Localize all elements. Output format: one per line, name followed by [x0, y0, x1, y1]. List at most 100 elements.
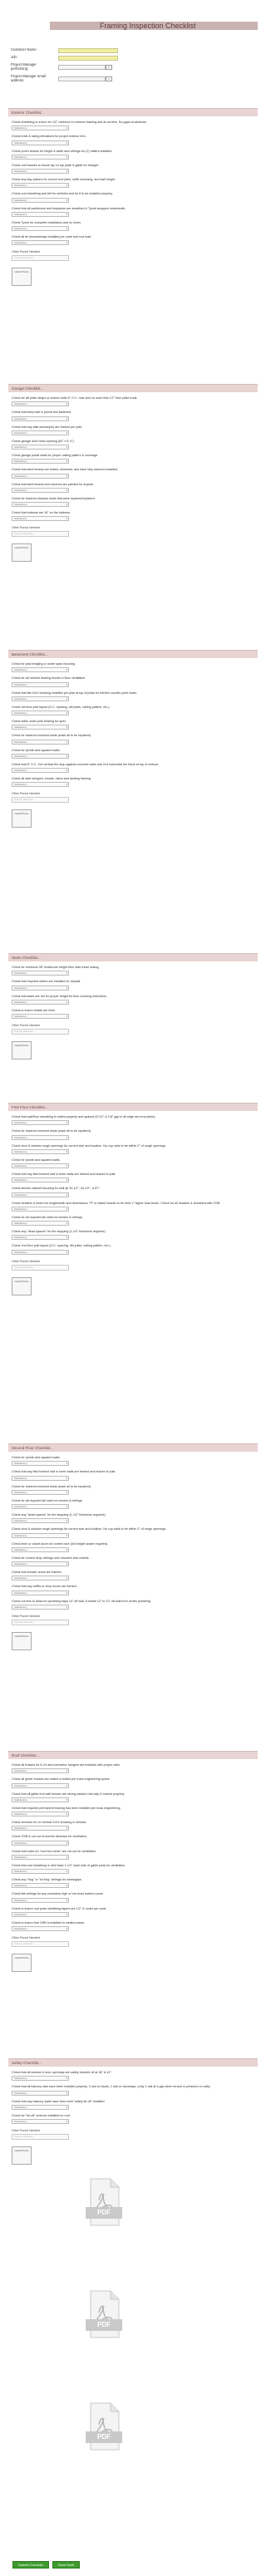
rating-select[interactable]: Satisfactory [12, 459, 69, 465]
pm-performing-select[interactable] [58, 65, 106, 70]
rating-select[interactable]: Satisfactory [12, 1532, 69, 1538]
rating-select[interactable]: Satisfactory [12, 1192, 69, 1197]
rating-select[interactable]: Satisfactory [12, 1840, 69, 1846]
upload-photos-button[interactable]: Upload Photos [12, 543, 32, 563]
rating-select[interactable]: Satisfactory [12, 169, 69, 174]
rating-select[interactable]: Satisfactory [12, 415, 69, 421]
rating-select[interactable]: Satisfactory [12, 739, 69, 745]
rating-select[interactable]: Satisfactory [12, 240, 69, 246]
rating-select[interactable]: Satisfactory [12, 1576, 69, 1581]
rating-select[interactable]: Satisfactory [12, 1475, 69, 1481]
rating-select[interactable]: Satisfactory [12, 473, 69, 479]
pdf-icon[interactable]: PDF [86, 2177, 122, 2227]
checklist-item: Check Tyvek for complete installation an… [12, 221, 258, 231]
rating-select[interactable]: Satisfactory [12, 211, 69, 217]
rating-select[interactable]: Satisfactory [12, 1249, 69, 1255]
upload-photos-button[interactable]: Upload Photos [12, 1954, 32, 1973]
save-draft-button[interactable]: Save Draft [52, 2561, 80, 2569]
rating-select[interactable]: Satisfactory [12, 2090, 69, 2096]
customer-input[interactable] [58, 48, 118, 53]
rating-select[interactable]: Satisfactory [12, 667, 69, 673]
rating-select[interactable]: Satisfactory [12, 2104, 69, 2110]
pm-email-select[interactable] [58, 76, 106, 81]
rating-select[interactable]: Satisfactory [12, 1546, 69, 1552]
rating-select[interactable]: Satisfactory [12, 401, 69, 407]
rating-select[interactable]: Satisfactory [12, 1797, 69, 1802]
rating-select[interactable]: Satisfactory [12, 681, 69, 687]
rating-select[interactable]: Satisfactory [12, 971, 69, 976]
job-input[interactable] [58, 56, 118, 61]
submit-button[interactable]: Submit Checklist [12, 2561, 49, 2569]
rating-select[interactable]: Satisfactory [12, 2076, 69, 2082]
rating-select[interactable]: Satisfactory [12, 1869, 69, 1874]
notes-input[interactable]: Type any notes here... [12, 1029, 69, 1035]
pdf-label: PDF [86, 2431, 122, 2443]
rating-select[interactable]: Satisfactory [12, 1518, 69, 1524]
upload-photos-button[interactable]: Upload Photos [12, 809, 32, 828]
notes-input[interactable]: Type any notes here... [12, 1941, 69, 1948]
pm-performing-dropdown-icon[interactable]: ▾ [106, 65, 112, 70]
checklist-question: Check for lowered-crowned studs (mark al… [12, 1484, 91, 1488]
rating-select[interactable]: Satisfactory [12, 516, 69, 522]
rating-select[interactable]: Satisfactory [12, 1897, 69, 1903]
upload-photos-button[interactable]: Upload Photos [12, 1631, 32, 1650]
rating-select[interactable]: Satisfactory [12, 1911, 69, 1917]
rating-select[interactable]: Satisfactory [12, 140, 69, 145]
rating-select[interactable]: Satisfactory [12, 1014, 69, 1019]
rating-select[interactable]: Satisfactory [12, 725, 69, 730]
rating-select[interactable]: Satisfactory [12, 1883, 69, 1889]
rating-select[interactable]: Satisfactory [12, 1221, 69, 1226]
rating-select[interactable]: Satisfactory [12, 1590, 69, 1595]
rating-select[interactable]: Satisfactory [12, 1206, 69, 1212]
checklist-item: Check any bay options for correct roof p… [12, 178, 258, 189]
rating-select[interactable]: Satisfactory [12, 154, 69, 160]
rating-select[interactable]: Satisfactory [12, 1826, 69, 1831]
rating-select[interactable]: Satisfactory [12, 1604, 69, 1610]
pdf-icon[interactable]: PDF [86, 2401, 122, 2451]
rating-select[interactable]: Satisfactory [12, 1768, 69, 1774]
pdf-icon[interactable]: PDF [86, 2289, 122, 2339]
rating-select[interactable]: Satisfactory [12, 1489, 69, 1495]
rating-select[interactable]: Satisfactory [12, 430, 69, 435]
rating-select[interactable]: Satisfactory [12, 183, 69, 189]
notes-input[interactable]: Type any notes here... [12, 255, 69, 262]
notes-input[interactable]: Type any notes here... [12, 1619, 69, 1625]
rating-select[interactable]: Satisfactory [12, 710, 69, 715]
rating-select[interactable]: Satisfactory [12, 1148, 69, 1154]
rating-select[interactable]: Satisfactory [12, 1177, 69, 1183]
checklist-item: Check that steel beams are bolted, shimm… [12, 468, 258, 479]
rating-select[interactable]: Satisfactory [12, 226, 69, 231]
rating-select[interactable]: Satisfactory [12, 502, 69, 507]
rating-select[interactable]: Satisfactory [12, 696, 69, 701]
notes-input[interactable]: Type any notes here... [12, 2134, 69, 2141]
rating-select[interactable]: Satisfactory [12, 753, 69, 759]
upload-photos-button[interactable]: Upload Photos [12, 268, 32, 287]
rating-select[interactable]: Satisfactory [12, 125, 69, 131]
rating-select[interactable]: Satisfactory [12, 1120, 69, 1126]
rating-select[interactable]: Satisfactory [12, 1854, 69, 1860]
rating-select[interactable]: Satisfactory [12, 445, 69, 450]
rating-select[interactable]: Satisfactory [12, 1926, 69, 1931]
rating-select[interactable]: Satisfactory [12, 1812, 69, 1816]
rating-select[interactable]: Satisfactory [12, 1782, 69, 1788]
rating-select[interactable]: Satisfactory [12, 1235, 69, 1241]
rating-select[interactable]: Satisfactory [12, 985, 69, 991]
rating-select[interactable]: Satisfactory [12, 1461, 69, 1467]
rating-select[interactable]: Satisfactory [12, 782, 69, 788]
rating-select[interactable]: Satisfactory [12, 1134, 69, 1140]
rating-select[interactable]: Satisfactory [12, 1504, 69, 1509]
pm-email-dropdown-icon[interactable]: ▾ [106, 76, 112, 81]
upload-photos-button[interactable]: Upload Photos [12, 1041, 32, 1060]
rating-select[interactable]: Satisfactory [12, 1561, 69, 1566]
rating-select[interactable]: Satisfactory [12, 2119, 69, 2124]
upload-photos-button[interactable]: Upload Photos [12, 2146, 32, 2166]
notes-input[interactable]: Type any notes here... [12, 531, 69, 538]
rating-select[interactable]: Satisfactory [12, 1163, 69, 1168]
rating-select[interactable]: Satisfactory [12, 768, 69, 773]
rating-select[interactable]: Satisfactory [12, 999, 69, 1005]
notes-input[interactable]: Type any notes here... [12, 1264, 69, 1271]
notes-input[interactable]: Type any notes here... [12, 797, 69, 804]
rating-select[interactable]: Satisfactory [12, 197, 69, 203]
rating-select[interactable]: Satisfactory [12, 487, 69, 493]
upload-photos-button[interactable]: Upload Photos [12, 1276, 32, 1295]
